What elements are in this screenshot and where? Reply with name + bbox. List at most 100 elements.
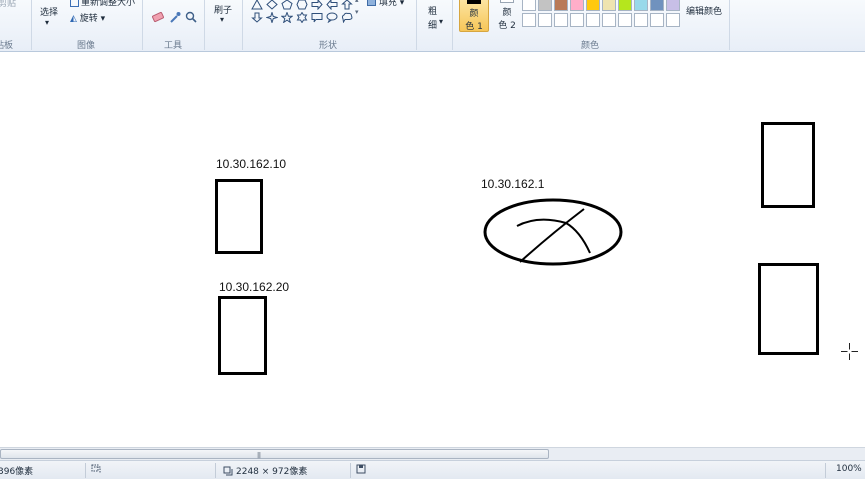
magnifier-tool-button[interactable] [183,9,197,23]
host2-rectangle [218,296,267,375]
palette-swatch[interactable] [618,0,632,11]
router-ellipse [483,198,623,266]
scrollbar-thumb[interactable]: ||| [0,449,549,459]
palette-swatch[interactable] [586,13,600,27]
router-symbol [483,198,623,266]
drawing-canvas[interactable]: 10.30.162.10 10.30.162.20 10.30.162.1 [0,53,865,447]
router-ip-label: 10.30.162.1 [481,177,545,191]
image-size-text: 2248 × 972像素 [236,467,308,477]
shapes-scroll-up-button[interactable]: ▴ [355,0,359,4]
shape-triangle-icon[interactable] [249,0,264,11]
group-separator [416,0,417,50]
eraser-tool-button[interactable] [150,9,164,23]
magnifier-icon [185,11,197,23]
colors-group-label: 颜色 [581,41,600,51]
palette-swatch[interactable] [554,0,568,11]
brushes-dropdown-arrow[interactable]: ▾ [220,15,224,24]
palette-swatch[interactable] [554,13,568,27]
palette-swatch[interactable] [522,13,536,27]
status-bar: 396像素 2248 × 972像素 100% [0,460,865,479]
shape-star6-icon[interactable] [294,11,309,24]
selection-size [91,464,101,474]
palette-swatch[interactable] [650,0,664,11]
shape-arrow-up-icon[interactable] [339,0,354,11]
shape-diamond-icon[interactable] [264,0,279,11]
device-rectangle-top-right [761,122,815,208]
eraser-icon [152,11,164,23]
group-separator [242,0,243,50]
ribbon: 剪贴 剪贴板 选择 ▾ 重新调整大小 ◭ 旋转 ▾ 图像 工具 刷子 ▾ [0,0,865,52]
select-dropdown-arrow[interactable]: ▾ [45,18,49,27]
shape-arrow-down-icon[interactable] [249,11,264,24]
disk-icon [356,464,366,474]
color1-swatch [467,0,481,4]
size-dropdown-arrow[interactable]: ▾ [439,17,443,26]
fill-icon [367,0,376,6]
size-label-top: 粗 [428,7,438,17]
select-button[interactable]: 选择 [40,5,58,18]
image-size: 2248 × 972像素 [223,464,307,477]
selection-icon [91,464,101,473]
color2-label-bottom: 色 2 [498,21,516,31]
image-group-label: 图像 [77,41,96,51]
palette-swatch[interactable] [634,0,648,11]
color1-label-bottom: 色 1 [465,22,483,32]
device-rectangle-bottom-right [758,263,819,355]
edit-colors-button[interactable]: 编辑颜色 [686,4,722,17]
shapes-group-label: 形状 [319,41,338,51]
zoom-text: 100% [836,464,862,474]
palette-swatch[interactable] [586,0,600,11]
shapes-gallery[interactable] [249,0,357,26]
tools-group-label: 工具 [164,41,183,51]
image-size-icon [223,466,233,475]
zoom-level[interactable]: 100% [836,464,862,474]
file-size [356,464,366,474]
color2-button[interactable]: 颜 色 2 [492,0,522,32]
palette-swatch[interactable] [570,13,584,27]
eyedropper-icon [170,12,181,23]
fill-button[interactable]: 填充 ▾ [367,0,404,8]
palette-swatch[interactable] [634,13,648,27]
color2-swatch [500,0,514,3]
palette-swatch[interactable] [666,13,680,27]
shape-callout-oval-icon[interactable] [324,11,339,24]
palette-swatch[interactable] [570,0,584,11]
shape-callout-cloud-icon[interactable] [339,11,354,24]
shape-arrow-right-icon[interactable] [309,0,324,11]
shapes-scroll-down-button[interactable]: ▾ [355,8,359,16]
palette-swatch[interactable] [522,0,536,11]
cursor-position: 396像素 [0,464,33,477]
palette-swatch[interactable] [538,0,552,11]
size-button[interactable]: 粗 细 [428,4,437,31]
clipboard-group-label: 剪贴板 [0,41,14,51]
color-picker-tool-button[interactable] [167,9,181,23]
shape-pentagon-icon[interactable] [279,0,294,11]
group-separator [142,0,143,50]
host1-ip-label: 10.30.162.10 [216,157,287,171]
status-separator [825,463,826,478]
palette-swatch[interactable] [602,0,616,11]
palette-swatch[interactable] [650,13,664,27]
shape-callout-rect-icon[interactable] [309,11,324,24]
palette-swatch[interactable] [618,13,632,27]
crosshair-cursor-icon [841,343,858,360]
palette-swatch[interactable] [602,13,616,27]
resize-button[interactable]: 重新调整大小 [70,0,135,8]
fill-label: 填充 [378,0,397,8]
status-separator [85,463,86,478]
color1-button[interactable]: 颜 色 1 [459,0,489,32]
shape-arrow-left-icon[interactable] [324,0,339,11]
rotate-icon: ◭ [70,14,77,24]
router-stroke-1 [516,218,591,254]
shape-star4-icon[interactable] [264,11,279,24]
color2-label-top: 颜 [502,8,512,18]
shape-star5-icon[interactable] [279,11,294,24]
rotate-button[interactable]: ◭ 旋转 ▾ [70,11,105,24]
shape-hexagon-icon[interactable] [294,0,309,11]
rotate-label: 旋转 [79,14,98,24]
select-label: 选择 [40,8,59,18]
palette-swatch[interactable] [538,13,552,27]
horizontal-scrollbar[interactable]: ||| [0,447,865,460]
palette-swatch[interactable] [666,0,680,11]
color-palette[interactable] [522,0,680,27]
